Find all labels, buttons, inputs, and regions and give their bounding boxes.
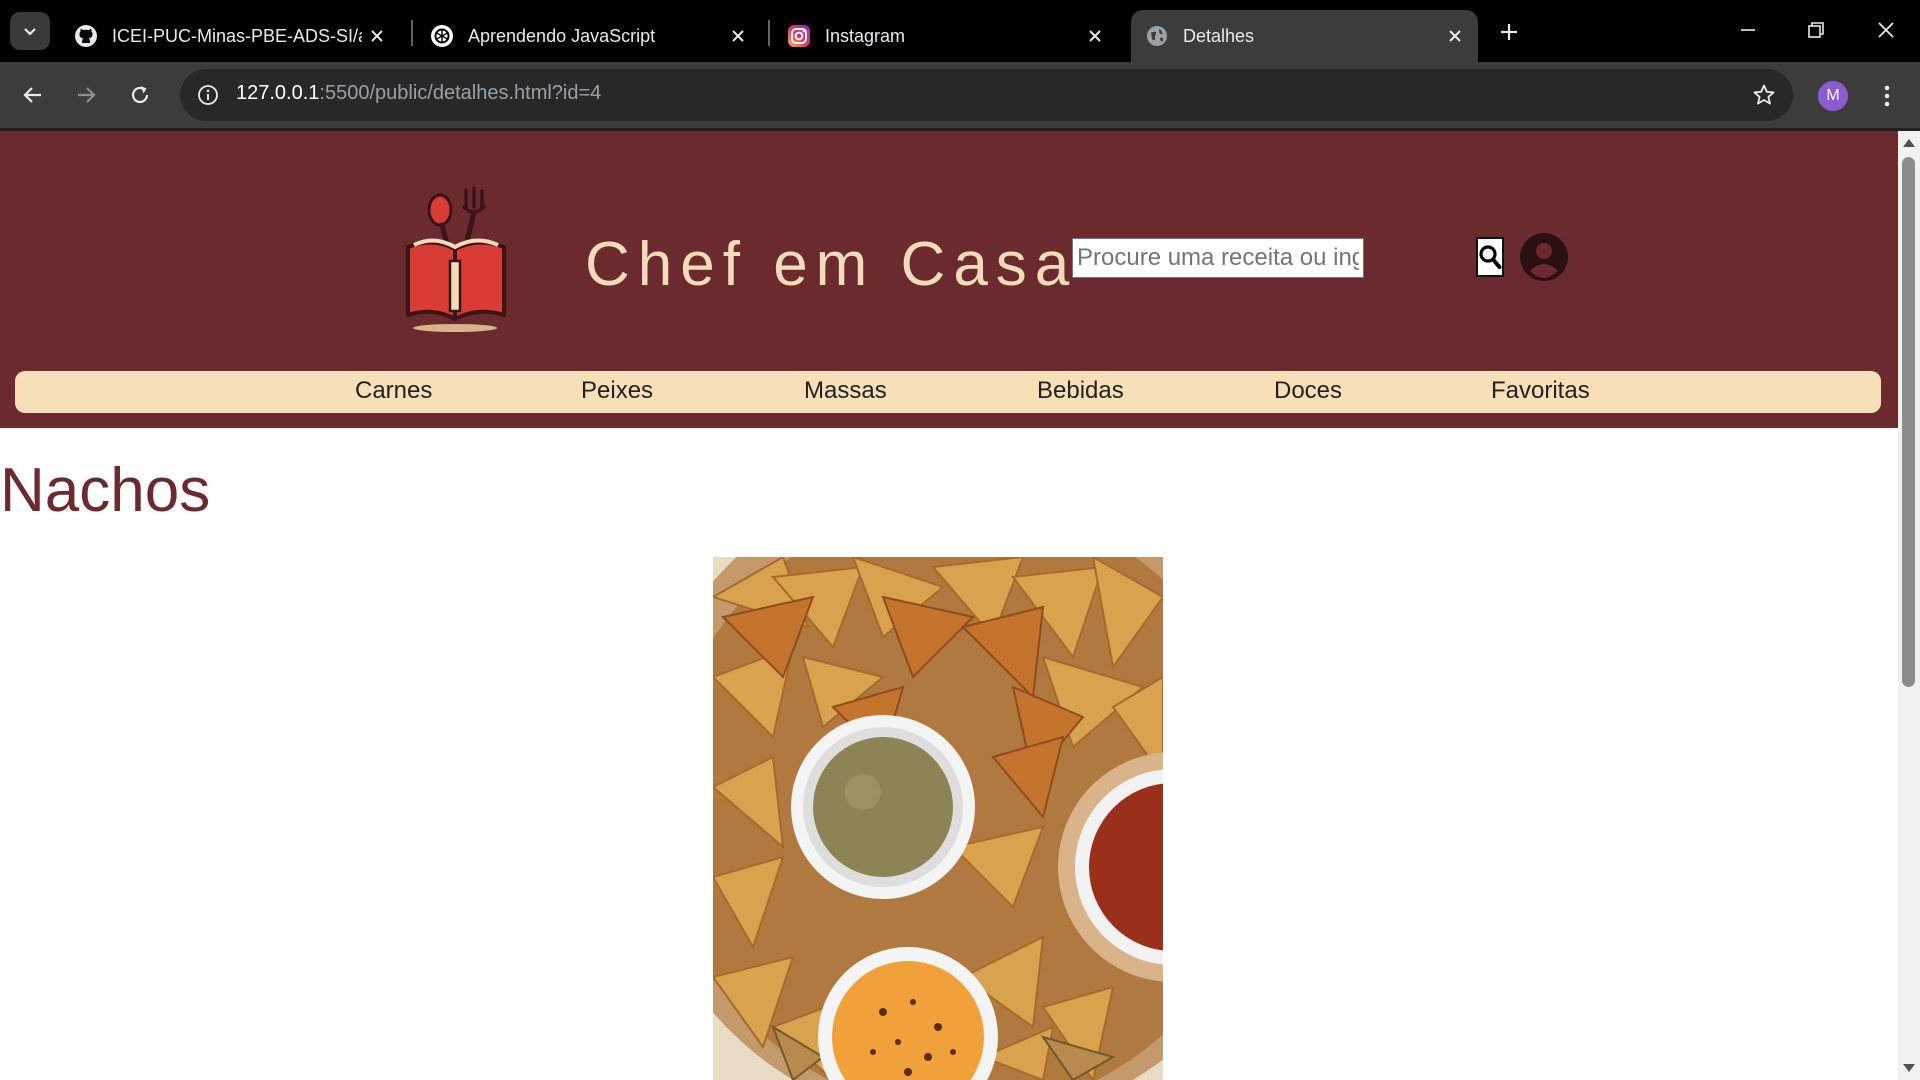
close-icon[interactable] [723, 21, 753, 51]
nav-item-massas[interactable]: Massas [804, 377, 887, 405]
nav-item-carnes[interactable]: Carnes [355, 377, 432, 405]
nav-item-favoritas[interactable]: Favoritas [1491, 377, 1590, 405]
restore-button[interactable] [1786, 8, 1846, 52]
site-info-icon[interactable] [194, 81, 222, 109]
category-nav: Carnes Peixes Massas Bebidas Doces Favor… [15, 371, 1881, 413]
chevron-down-icon [24, 28, 36, 36]
nav-item-peixes[interactable]: Peixes [581, 377, 653, 405]
address-bar[interactable]: 127.0.0.1:5500/public/detalhes.html?id=4 [180, 69, 1793, 121]
site-header: Chef em Casa Carnes Peixes Massas Bebida… [0, 131, 1898, 428]
tab-title: ICEI-PUC-Minas-PBE-ADS-SI/at [112, 25, 362, 46]
nav-item-bebidas[interactable]: Bebidas [1037, 377, 1124, 405]
bookmark-star-icon[interactable] [1749, 80, 1779, 110]
scroll-down-arrow-icon[interactable] [1903, 1064, 1915, 1072]
arrow-left-icon [23, 87, 41, 103]
minimize-icon [1741, 29, 1755, 31]
tab-separator [768, 20, 770, 46]
minimize-button[interactable] [1718, 8, 1778, 52]
more-vertical-icon [1884, 85, 1890, 107]
recipe-title: Nachos [0, 456, 211, 525]
globe-icon [1145, 24, 1169, 48]
reload-button[interactable] [119, 74, 161, 116]
instagram-icon [787, 24, 811, 48]
browser-tab-active[interactable]: Detalhes [1131, 10, 1478, 62]
nav-item-doces[interactable]: Doces [1274, 377, 1342, 405]
scroll-up-arrow-icon[interactable] [1903, 139, 1915, 147]
tab-title: Instagram [825, 25, 906, 46]
close-icon [1878, 22, 1894, 38]
site-title[interactable]: Chef em Casa [585, 229, 1077, 300]
url-path: :5500/public/detalhes.html?id=4 [319, 82, 602, 104]
url-text: 127.0.0.1:5500/public/detalhes.html?id=4 [236, 82, 601, 105]
cookbook-logo-icon[interactable] [398, 185, 528, 335]
tab-title: Detalhes [1183, 25, 1255, 46]
new-tab-button[interactable] [1491, 14, 1527, 50]
user-account-icon[interactable] [1520, 233, 1568, 281]
browser-tab-strip: ICEI-PUC-Minas-PBE-ADS-SI/at Aprendendo … [0, 0, 1920, 62]
recipe-photo [713, 557, 1163, 1080]
page-scrollbar[interactable] [1898, 131, 1920, 1080]
url-host: 127.0.0.1 [236, 82, 320, 104]
browser-tab[interactable]: ICEI-PUC-Minas-PBE-ADS-SI/at [60, 10, 400, 62]
browser-tab[interactable]: Instagram [773, 10, 1118, 62]
arrow-right-icon [78, 87, 96, 103]
search-icon [1479, 245, 1502, 269]
restore-icon [1808, 22, 1824, 38]
browser-tab[interactable]: Aprendendo JavaScript [416, 10, 761, 62]
scrollbar-thumb[interactable] [1902, 157, 1915, 687]
search-button[interactable] [1476, 237, 1504, 277]
forward-button[interactable] [65, 74, 107, 116]
github-icon [74, 24, 98, 48]
search-input[interactable] [1072, 238, 1364, 278]
tab-title: Aprendendo JavaScript [468, 25, 656, 46]
openai-icon [430, 24, 454, 48]
close-icon[interactable] [1080, 21, 1110, 51]
browser-toolbar: 127.0.0.1:5500/public/detalhes.html?id=4… [0, 62, 1920, 128]
browser-menu-button[interactable] [1872, 78, 1902, 114]
back-button[interactable] [12, 74, 54, 116]
close-icon[interactable] [1440, 21, 1470, 51]
plus-icon [1501, 24, 1517, 40]
reload-icon [131, 86, 149, 104]
window-close-button[interactable] [1856, 8, 1916, 52]
profile-avatar[interactable]: M [1818, 81, 1848, 111]
tab-search-button[interactable] [10, 12, 50, 50]
page-viewport: Chef em Casa Carnes Peixes Massas Bebida… [0, 131, 1898, 1080]
close-icon[interactable] [362, 21, 392, 51]
tab-separator [411, 20, 413, 46]
